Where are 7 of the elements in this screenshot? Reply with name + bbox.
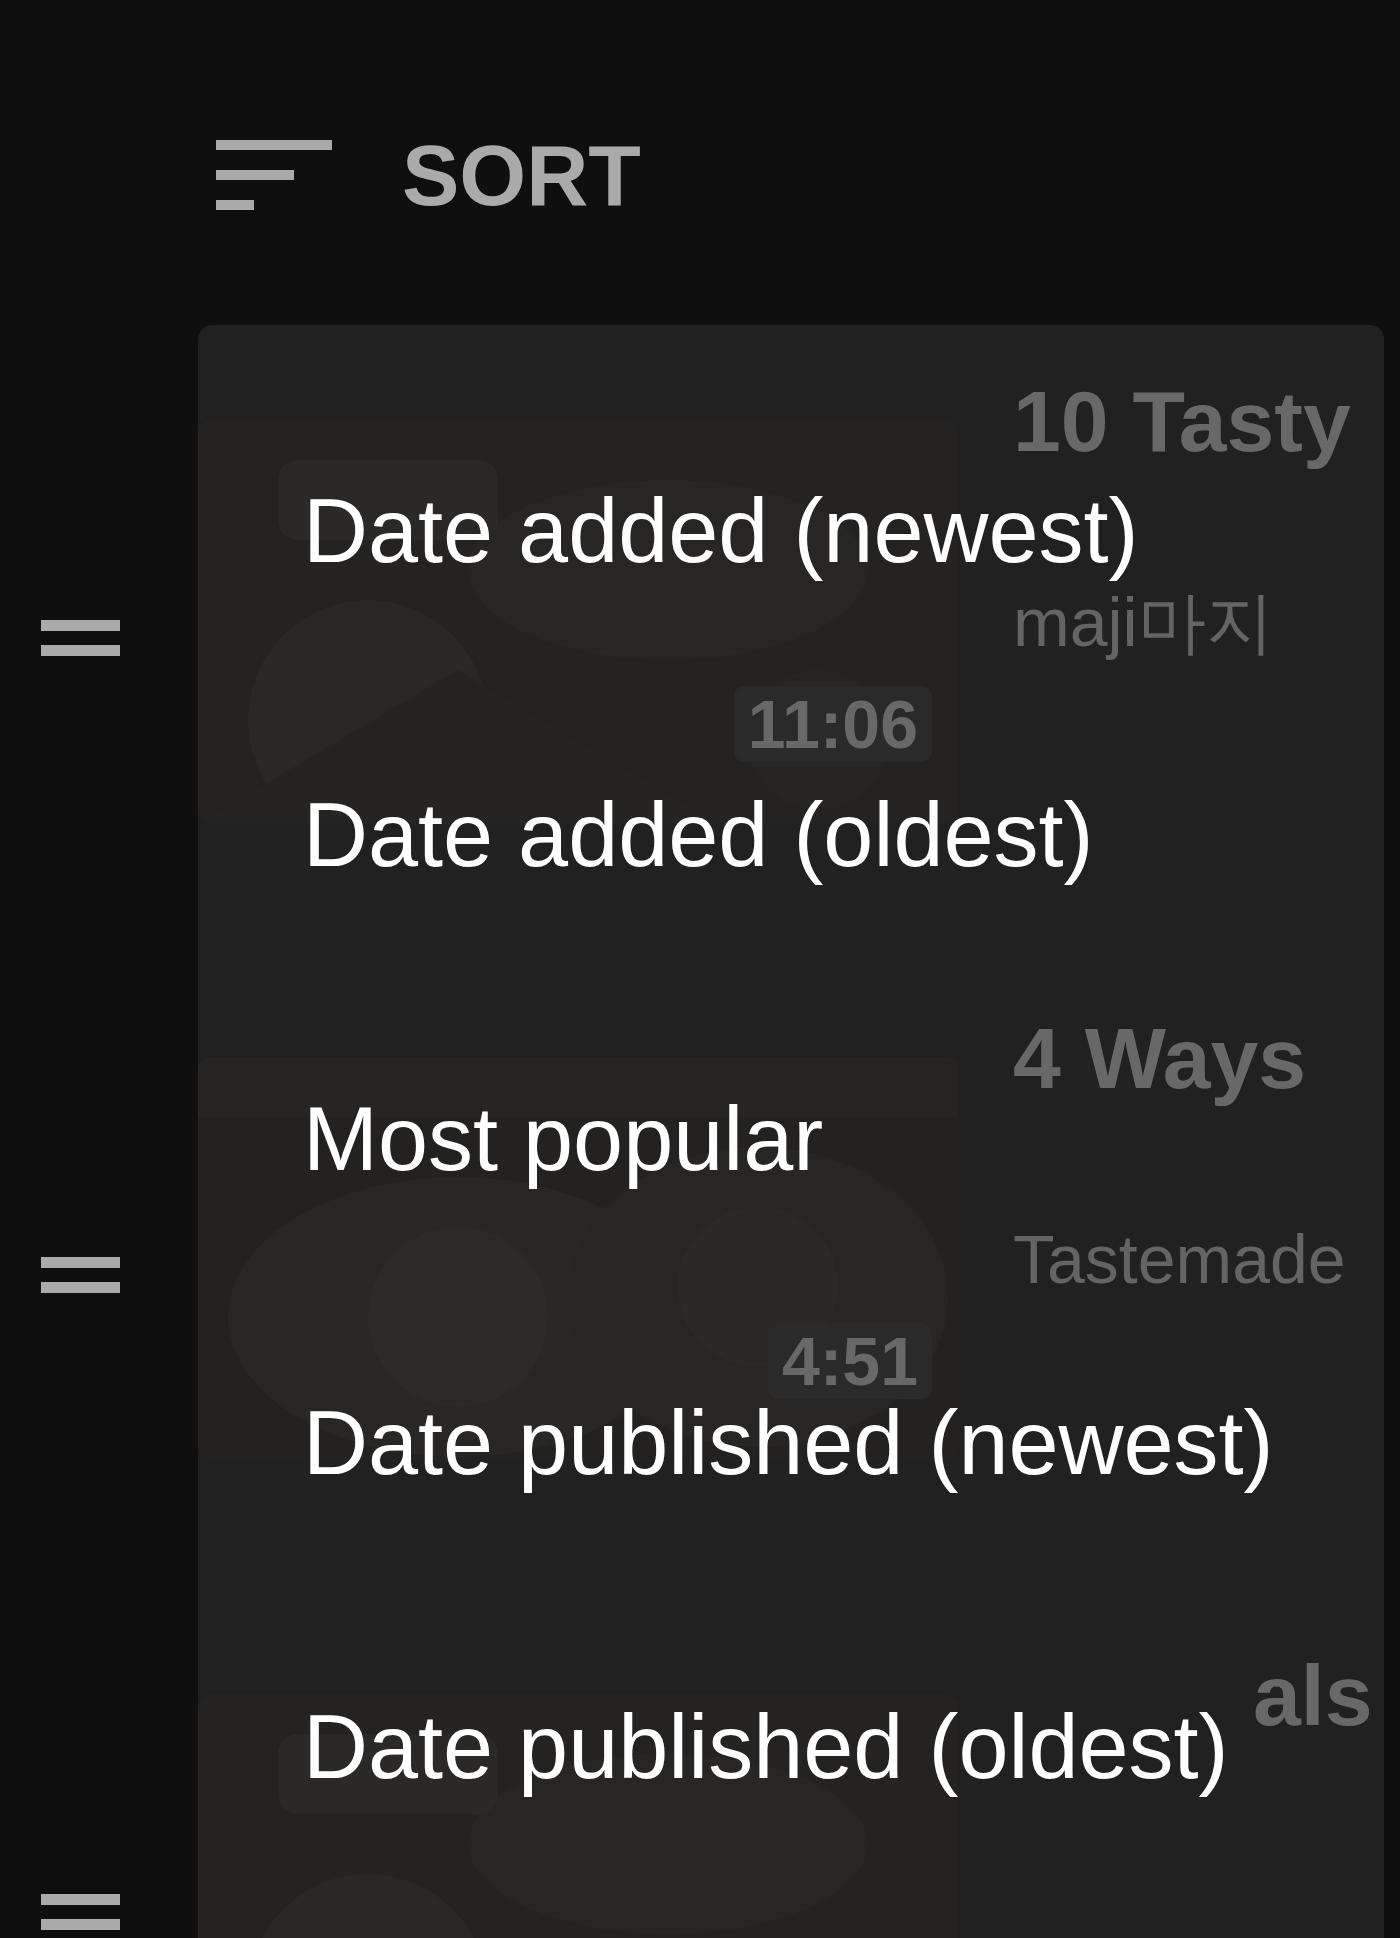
video-duration: 4:51 <box>767 1323 932 1399</box>
sort-option[interactable]: Date added (oldest) <box>303 783 1094 887</box>
sort-option[interactable]: Most popular <box>303 1087 824 1191</box>
sort-label[interactable]: SORT <box>402 132 641 218</box>
sort-option[interactable]: Date added (newest) <box>303 479 1139 583</box>
sort-option[interactable]: Date published (oldest) <box>303 1695 1229 1799</box>
video-duration: 11:06 <box>733 686 932 762</box>
